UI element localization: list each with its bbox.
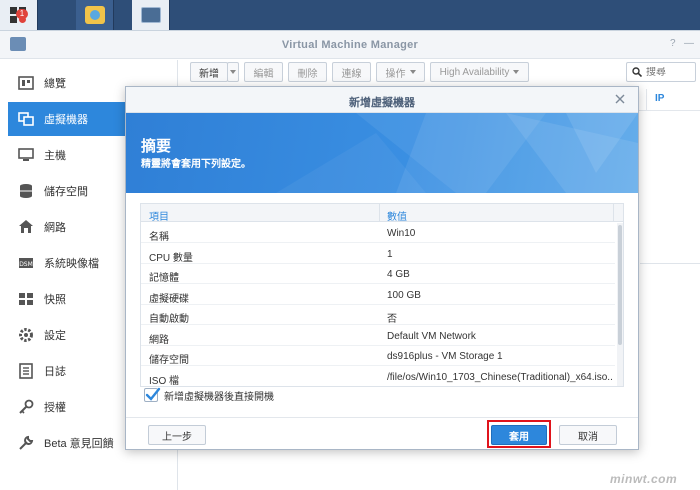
chevron-down-icon — [513, 70, 520, 74]
apply-button-highlight — [487, 420, 551, 448]
minimize-icon[interactable]: — — [684, 38, 694, 49]
key-icon — [18, 399, 34, 415]
close-button[interactable] — [612, 91, 628, 107]
snapshot-icon — [18, 291, 34, 307]
gear-icon — [18, 327, 34, 343]
row-item-cell: ISO 檔 — [149, 375, 180, 387]
delete-button[interactable]: 刪除 — [288, 62, 327, 82]
chevron-down-icon — [230, 70, 236, 74]
search-input[interactable] — [646, 66, 692, 78]
table-row[interactable]: ISO 檔/file/os/Win10_1703_Chinese(Traditi… — [141, 367, 615, 387]
action-button[interactable]: 操作 — [376, 62, 425, 82]
close-icon — [615, 94, 625, 104]
create-button[interactable]: 新增 — [190, 62, 228, 82]
row-value-cell: 否 — [387, 314, 397, 325]
main-menu-button[interactable]: 1 — [0, 0, 38, 30]
row-value-cell: ds916plus - VM Storage 1 — [387, 351, 503, 362]
sidebar-label: 儲存空間 — [44, 186, 88, 198]
table-row[interactable]: 記憶體 4 GB — [141, 264, 615, 284]
ip-column-header[interactable]: IP — [655, 93, 664, 104]
column-separator — [613, 204, 614, 222]
sidebar-label: 設定 — [44, 330, 66, 342]
boot-after-create-checkbox[interactable] — [144, 387, 161, 402]
summary-table-header: 項目 數值 — [141, 204, 623, 223]
overview-icon — [18, 75, 34, 91]
chevron-down-icon — [409, 70, 416, 74]
sidebar-label: 系統映像檔 — [44, 258, 99, 270]
column-header-value[interactable]: 數值 — [387, 208, 407, 223]
search-icon — [632, 67, 642, 77]
sidebar-label: 主機 — [44, 150, 66, 162]
divider — [640, 263, 700, 264]
create-dropdown-button[interactable] — [227, 62, 239, 82]
dialog-title: 新增虛擬機器 — [349, 97, 415, 109]
watermark: minwt.com — [610, 472, 678, 486]
row-item-cell: 名稱 — [149, 232, 169, 243]
row-value-cell: /file/os/Win10_1703_Chinese(Traditional)… — [387, 371, 613, 383]
table-row[interactable]: 儲存空間 ds916plus - VM Storage 1 — [141, 346, 615, 366]
boot-after-create-option[interactable]: 新增虛擬機器後直接開機 — [144, 387, 274, 403]
grid-column-separator — [646, 89, 647, 111]
back-button[interactable]: 上一步 — [148, 425, 206, 445]
taskbar: 1 — [0, 0, 700, 30]
checkbox-label: 新增虛擬機器後直接開機 — [164, 391, 274, 403]
sidebar-label: 虛擬機器 — [44, 114, 88, 126]
log-icon — [18, 363, 34, 379]
vm-icon — [18, 111, 34, 127]
row-item-cell: 儲存空間 — [149, 355, 189, 366]
row-value-cell: 4 GB — [387, 269, 410, 280]
banner-decoration — [276, 113, 638, 193]
cancel-button[interactable]: 取消 — [559, 425, 617, 445]
row-value-cell: 100 GB — [387, 289, 421, 301]
banner-subtitle: 精靈將會套用下列設定。 — [141, 159, 251, 170]
row-value-cell: Win10 — [387, 228, 416, 239]
table-scrollbar[interactable] — [617, 223, 623, 386]
row-item-cell: CPU 數量 — [149, 252, 193, 264]
table-row[interactable]: 名稱 Win10 — [141, 223, 615, 243]
column-separator — [379, 204, 380, 222]
search-box[interactable] — [626, 62, 696, 82]
package-center-icon — [84, 6, 105, 24]
dialog-header[interactable]: 新增虛擬機器 — [126, 87, 638, 113]
sidebar-label: 授權 — [44, 402, 66, 414]
window-title: Virtual Machine Manager — [281, 39, 419, 51]
connect-button[interactable]: 連線 — [332, 62, 371, 82]
table-row[interactable]: 網路 Default VM Network — [141, 326, 615, 346]
checkmark-icon — [145, 387, 161, 401]
host-icon — [18, 147, 34, 163]
storage-icon — [18, 183, 34, 199]
row-value-cell: 1 — [387, 248, 393, 260]
image-icon: DSM — [18, 255, 34, 271]
row-value-cell: Default VM Network — [387, 330, 476, 342]
edit-button[interactable]: 編輯 — [244, 62, 283, 82]
row-item-cell: 網路 — [149, 334, 169, 346]
column-header-item[interactable]: 項目 — [149, 208, 169, 223]
high-availability-button[interactable]: High Availability — [430, 62, 529, 82]
table-row[interactable]: 自動啟動 否 — [141, 305, 615, 325]
vmm-taskbar-button[interactable] — [132, 0, 170, 30]
row-item-cell: 自動啟動 — [149, 314, 189, 325]
window-titlebar[interactable]: Virtual Machine Manager ? — — [0, 31, 700, 59]
vmm-icon — [140, 7, 161, 23]
sidebar-label: Beta 意見回饋 — [44, 438, 114, 450]
package-center-button[interactable] — [76, 0, 114, 30]
banner-title: 摘要 — [141, 138, 172, 155]
sidebar-label: 總覽 — [44, 78, 66, 90]
sidebar-label: 日誌 — [44, 366, 66, 378]
sidebar-label: 快照 — [44, 294, 66, 306]
summary-table: 項目 數值 名稱 Win10 CPU 數量 1 記憶體 4 GB 虛擬硬碟 100 GB 自動啟… — [140, 203, 624, 387]
notification-badge: 1 — [16, 9, 28, 19]
table-row[interactable]: CPU 數量 1 — [141, 244, 615, 264]
sidebar-label: 網路 — [44, 222, 66, 234]
wrench-icon — [18, 435, 34, 451]
scrollbar-thumb[interactable] — [618, 225, 622, 345]
help-icon[interactable]: ? — [670, 38, 676, 49]
create-vm-dialog: 新增虛擬機器 摘要 精靈將會套用下列設定。 項目 數值 名稱 Win10 CPU 數… — [125, 86, 639, 450]
dialog-banner: 摘要 精靈將會套用下列設定。 — [126, 113, 638, 193]
network-icon — [18, 219, 34, 235]
svg-text:DSM: DSM — [19, 261, 33, 268]
row-item-cell: 記憶體 — [149, 273, 179, 284]
row-item-cell: 虛擬硬碟 — [149, 293, 189, 305]
table-row[interactable]: 虛擬硬碟 100 GB — [141, 285, 615, 305]
